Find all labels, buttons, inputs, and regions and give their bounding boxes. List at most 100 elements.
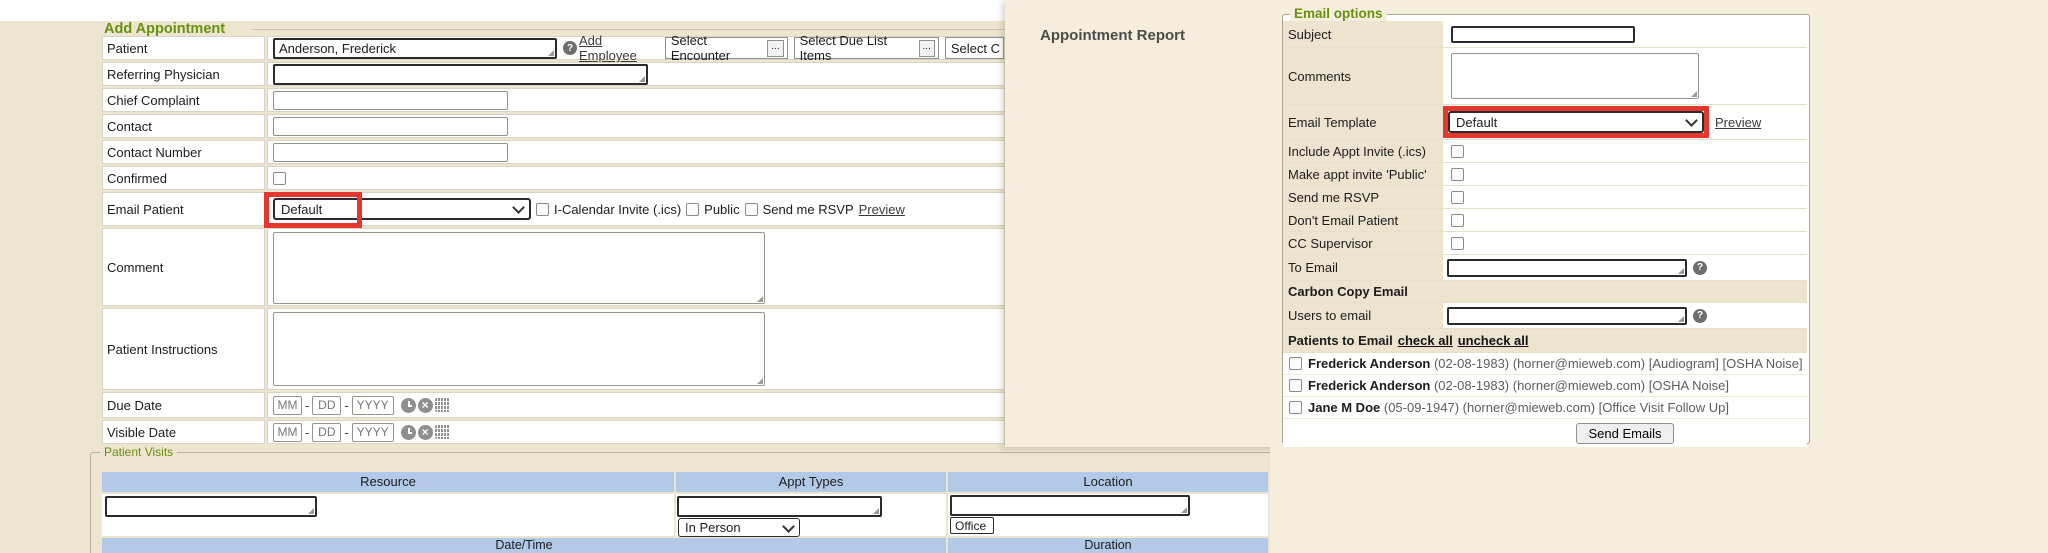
email-patient-field: Default I-Calendar Invite (.ics) Public … [267, 192, 1005, 226]
email-template-preview-link[interactable]: Preview [1715, 115, 1761, 130]
send-emails-button[interactable]: Send Emails [1576, 423, 1675, 444]
include-appt-invite-checkbox[interactable] [1451, 145, 1464, 158]
include-appt-invite-label: Include Appt Invite (.ics) [1283, 140, 1443, 162]
appt-mode-value: In Person [685, 520, 741, 535]
cc-supervisor-field [1443, 232, 1807, 254]
patient-entry: Jane M Doe (05-09-1947) (horner@mieweb.c… [1308, 400, 1729, 415]
location-input[interactable] [950, 495, 1190, 516]
to-email-input[interactable] [1447, 259, 1687, 277]
appt-mode-select[interactable]: In Person [678, 518, 800, 537]
dont-email-patient-checkbox[interactable] [1451, 214, 1464, 227]
contact-input[interactable] [273, 117, 508, 136]
email-options-title: Email options [1290, 6, 1387, 21]
preview-link[interactable]: Preview [859, 202, 905, 217]
ical-invite-checkbox[interactable] [536, 203, 549, 216]
due-date-yyyy-input[interactable]: YYYY [352, 396, 394, 415]
subject-row: Subject [1283, 21, 1807, 48]
chief-complaint-input[interactable] [273, 91, 508, 110]
patient-instructions-textarea[interactable] [273, 312, 765, 386]
location-column-header: Location [948, 472, 1268, 492]
ical-invite-label: I-Calendar Invite (.ics) [554, 202, 681, 217]
email-template-select[interactable]: Default [1448, 111, 1704, 133]
contact-number-input[interactable] [273, 143, 508, 162]
ellipsis-button[interactable]: ... [919, 40, 935, 57]
subject-input[interactable] [1451, 26, 1635, 43]
date-separator: - [305, 425, 309, 440]
appt-types-input[interactable] [677, 496, 882, 517]
send-emails-row: Send Emails [1283, 419, 1807, 447]
form-row-patient-instructions: Patient Instructions [102, 308, 1005, 390]
patient-details: (02-08-1983) (horner@mieweb.com) [OSHA N… [1434, 378, 1729, 393]
chief-complaint-field [267, 88, 1005, 112]
patient-email-checkbox[interactable] [1289, 401, 1302, 414]
send-me-rsvp-label: Send me RSVP [763, 202, 854, 217]
visible-date-dd-input[interactable]: DD [312, 423, 341, 442]
patients-to-email-header: Patients to Email check all uncheck all [1283, 329, 1807, 353]
comment-textarea[interactable] [273, 232, 765, 304]
patient-visits-table: Resource Appt Types Location In Person O… [102, 472, 1268, 553]
form-row-confirmed: Confirmed [102, 166, 1005, 190]
make-invite-public-checkbox[interactable] [1451, 168, 1464, 181]
select-encounter-button[interactable]: Select Encounter ... [665, 37, 788, 59]
clear-date-icon[interactable]: × [418, 425, 433, 440]
appt-types-column-header: Appt Types [676, 472, 946, 492]
date-separator: - [305, 398, 309, 413]
visible-date-yyyy-input[interactable]: YYYY [352, 423, 394, 442]
patient-input[interactable]: Anderson, Frederick [273, 38, 557, 59]
due-date-field: MM - DD - YYYY × [267, 392, 1005, 418]
form-row-referring-physician: Referring Physician [102, 62, 1005, 86]
visible-date-field: MM - DD - YYYY × [267, 420, 1005, 444]
patient-visits-header-row-2: Date/Time Duration [102, 538, 1268, 553]
check-all-link[interactable]: check all [1398, 333, 1453, 348]
time-picker-icon[interactable] [401, 398, 416, 413]
form-row-comment: Comment [102, 228, 1005, 306]
help-icon[interactable]: ? [1693, 309, 1707, 323]
due-date-mm-input[interactable]: MM [273, 396, 302, 415]
cc-supervisor-checkbox[interactable] [1451, 237, 1464, 250]
visible-date-mm-input[interactable]: MM [273, 423, 302, 442]
patient-email-checkbox[interactable] [1289, 379, 1302, 392]
calendar-icon[interactable] [435, 398, 450, 412]
comment-label: Comment [102, 228, 265, 306]
public-checkbox[interactable] [686, 203, 699, 216]
send-me-rsvp-checkbox[interactable] [745, 203, 758, 216]
resource-input[interactable] [105, 496, 317, 517]
email-patient-template-select[interactable]: Default [273, 198, 531, 220]
appointment-report-panel-extension [1270, 447, 2048, 553]
appointment-screen: Add Appointment Patient Anderson, Freder… [0, 0, 2048, 553]
make-invite-public-label: Make appt invite 'Public' [1283, 163, 1443, 185]
send-me-rsvp-field [1443, 186, 1807, 208]
help-icon[interactable]: ? [1693, 261, 1707, 275]
send-me-rsvp-checkbox[interactable] [1451, 191, 1464, 204]
calendar-icon[interactable] [435, 425, 450, 439]
patient-email-row: Frederick Anderson (02-08-1983) (horner@… [1283, 353, 1807, 375]
due-date-dd-input[interactable]: DD [312, 396, 341, 415]
form-row-email-patient: Email Patient Default I-Calendar Invite … [102, 192, 1005, 226]
public-label: Public [704, 202, 739, 217]
comments-textarea[interactable] [1451, 53, 1699, 99]
dont-email-patient-row: Don't Email Patient [1283, 209, 1807, 232]
chief-complaint-label: Chief Complaint [102, 88, 265, 112]
email-template-label: Email Template [1283, 105, 1443, 139]
email-patient-label: Email Patient [102, 192, 265, 226]
time-picker-icon[interactable] [401, 425, 416, 440]
carbon-copy-header: Carbon Copy Email [1283, 281, 1807, 303]
patient-email-checkbox[interactable] [1289, 357, 1302, 370]
include-appt-invite-field [1443, 140, 1807, 162]
select-due-list-items-button[interactable]: Select Due List Items ... [794, 37, 939, 59]
select-clipped-button[interactable]: Select C [945, 37, 1004, 59]
help-icon[interactable]: ? [563, 41, 577, 55]
add-employee-link[interactable]: Add Employee [579, 33, 659, 63]
uncheck-all-link[interactable]: uncheck all [1458, 333, 1529, 348]
dont-email-patient-field [1443, 209, 1807, 231]
cc-supervisor-row: CC Supervisor [1283, 232, 1807, 255]
email-template-row: Email Template Default Preview [1283, 105, 1807, 140]
patient-email-row: Jane M Doe (05-09-1947) (horner@mieweb.c… [1283, 397, 1807, 419]
referring-physician-input[interactable] [273, 64, 648, 85]
patient-visits-header-row: Resource Appt Types Location [102, 472, 1268, 492]
confirmed-checkbox[interactable] [273, 172, 286, 185]
location-office-input[interactable]: Office [950, 517, 994, 534]
users-to-email-input[interactable] [1447, 307, 1687, 325]
ellipsis-button[interactable]: ... [767, 40, 783, 57]
clear-date-icon[interactable]: × [418, 398, 433, 413]
